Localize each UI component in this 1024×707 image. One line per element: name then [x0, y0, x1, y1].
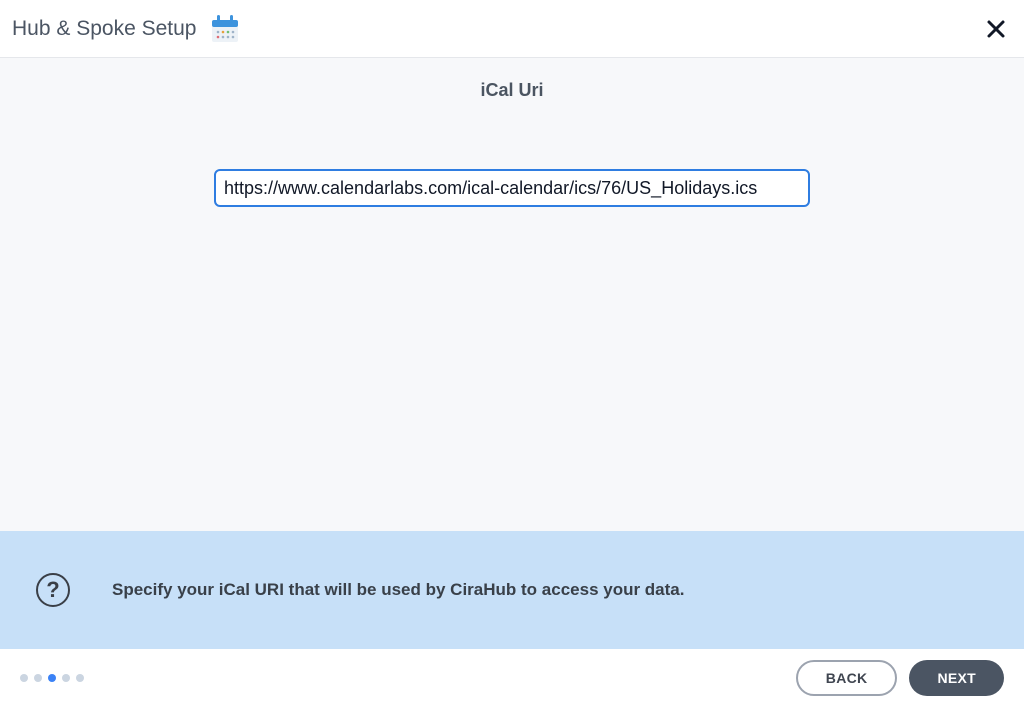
next-button[interactable]: NEXT	[909, 660, 1004, 696]
progress-dot	[34, 674, 42, 682]
progress-indicator	[20, 674, 84, 682]
progress-dot	[62, 674, 70, 682]
calendar-icon	[208, 12, 242, 46]
help-banner: ? Specify your iCal URI that will be use…	[0, 531, 1024, 649]
close-button[interactable]	[984, 17, 1008, 41]
close-icon	[986, 19, 1006, 39]
modal-footer: BACK NEXT	[0, 649, 1024, 707]
app-root: Hub & Spoke Setup	[0, 0, 1024, 707]
ical-uri-label: iCal Uri	[480, 80, 543, 101]
ical-uri-field-wrap	[214, 169, 810, 207]
ical-uri-input[interactable]	[214, 169, 810, 207]
progress-dot	[20, 674, 28, 682]
back-button[interactable]: BACK	[796, 660, 898, 696]
main-content: iCal Uri	[0, 58, 1024, 531]
help-icon[interactable]: ?	[36, 573, 70, 607]
modal-title: Hub & Spoke Setup	[12, 17, 196, 41]
progress-dot	[48, 674, 56, 682]
modal-header: Hub & Spoke Setup	[0, 0, 1024, 58]
progress-dot	[76, 674, 84, 682]
help-text: Specify your iCal URI that will be used …	[112, 580, 684, 600]
